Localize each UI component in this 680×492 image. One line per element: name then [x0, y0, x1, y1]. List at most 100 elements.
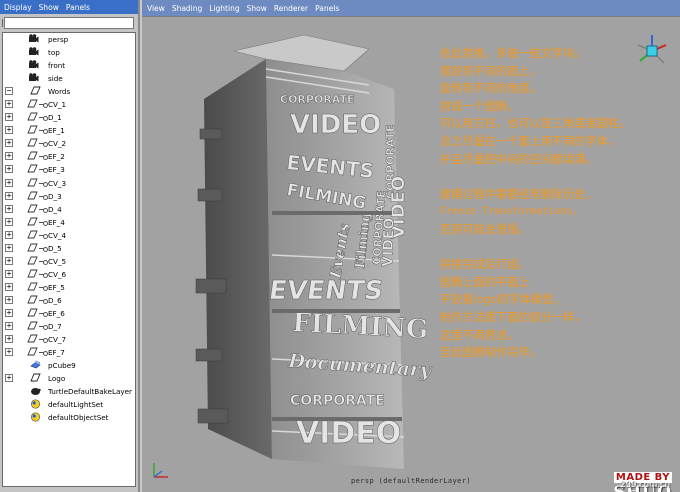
- outliner-item-label: defaultLightSet: [48, 400, 104, 410]
- hierarchy-connector: [39, 168, 48, 174]
- expand-toggle-icon[interactable]: +: [5, 204, 13, 213]
- expand-toggle-icon[interactable]: +: [5, 152, 13, 161]
- outliner-item-persp[interactable]: persp: [3, 33, 135, 46]
- outliner-item-label: pCube9: [48, 361, 76, 371]
- outliner-item-label: D_1: [48, 113, 62, 123]
- expand-toggle-icon[interactable]: +: [5, 335, 13, 344]
- expand-toggle-icon[interactable]: +: [5, 126, 13, 135]
- curve-icon: [27, 334, 38, 344]
- expand-toggle-icon[interactable]: +: [5, 374, 13, 383]
- note-line: 总之尽量在一个面上用不同的字体，: [440, 134, 620, 148]
- menu-lighting[interactable]: Lighting: [209, 4, 239, 13]
- expand-toggle-icon[interactable]: +: [5, 269, 13, 278]
- object-set-icon: [30, 412, 41, 422]
- outliner-item-label: EF_6: [48, 308, 65, 318]
- menu-shading[interactable]: Shading: [172, 4, 202, 13]
- outliner-item-d-1[interactable]: + D_1: [3, 111, 135, 124]
- menu-panels[interactable]: Panels: [315, 4, 339, 13]
- expand-toggle-icon[interactable]: +: [5, 100, 13, 109]
- outliner-item-d-7[interactable]: + D_7: [3, 320, 135, 333]
- expand-toggle-icon[interactable]: +: [5, 191, 13, 200]
- menu-display[interactable]: Display: [4, 3, 32, 12]
- note-line: 并且尽量把中间的空间都填满。: [440, 152, 597, 166]
- menu-panels[interactable]: Panels: [66, 3, 90, 12]
- note-line: 否则可能会很慢。: [440, 222, 530, 236]
- outliner-item-side[interactable]: side: [3, 72, 135, 85]
- outliner-filter-input[interactable]: [2, 17, 134, 29]
- menu-view[interactable]: View: [147, 4, 165, 13]
- note-line: 平放着logo的字体模型，: [440, 293, 565, 307]
- expand-toggle-icon[interactable]: +: [5, 113, 13, 122]
- expand-toggle-icon[interactable]: +: [5, 178, 13, 187]
- outliner-item-top[interactable]: top: [3, 46, 135, 59]
- curve-icon: [27, 178, 38, 188]
- curve-icon: [27, 112, 38, 122]
- viewport-menubar: View Shading Lighting Show Renderer Pane…: [142, 0, 680, 16]
- menu-show[interactable]: Show: [39, 3, 59, 12]
- outliner-item-d-5[interactable]: + D_5: [3, 242, 135, 255]
- outliner-item-front[interactable]: front: [3, 59, 135, 72]
- curve-icon: [27, 321, 38, 331]
- tower-left-face: [204, 59, 272, 459]
- expand-toggle-icon[interactable]: +: [5, 256, 13, 265]
- curve-icon: [27, 204, 38, 214]
- outliner-item-label: CV_4: [48, 230, 67, 240]
- outliner-item-pcube9[interactable]: pCube9: [3, 359, 135, 372]
- outliner-item-label: EF_2: [48, 152, 65, 162]
- outliner-item-d-6[interactable]: + D_6: [3, 294, 135, 307]
- menu-show[interactable]: Show: [247, 4, 267, 13]
- outliner-item-cv-6[interactable]: + CV_6: [3, 268, 135, 281]
- expand-toggle-icon[interactable]: +: [5, 243, 13, 252]
- outliner-item-ef-7[interactable]: + EF_7: [3, 346, 135, 359]
- outliner-item-d-4[interactable]: + D_4: [3, 203, 135, 216]
- expand-toggle-icon[interactable]: +: [5, 230, 13, 239]
- expand-toggle-icon[interactable]: +: [5, 295, 13, 304]
- hierarchy-connector: [39, 194, 48, 200]
- hierarchy-connector: [39, 272, 48, 278]
- outliner-item-cv-3[interactable]: + CV_3: [3, 177, 135, 190]
- outliner-item-ef-3[interactable]: + EF_3: [3, 163, 135, 176]
- camera-icon: [28, 47, 39, 57]
- outliner-item-defaultobjectset[interactable]: defaultObjectSet: [3, 411, 135, 424]
- camera-icon: [28, 73, 39, 83]
- outliner-item-d-3[interactable]: + D_3: [3, 190, 135, 203]
- collapse-toggle-icon[interactable]: −: [5, 87, 13, 96]
- outliner-item-turtledefaultbakelayer[interactable]: TurtleDefaultBakeLayer: [3, 385, 135, 398]
- outliner-item-cv-1[interactable]: + CV_1: [3, 98, 135, 111]
- outliner-item-ef-4[interactable]: + EF_4: [3, 216, 135, 229]
- expand-toggle-icon[interactable]: +: [5, 348, 13, 357]
- outliner-item-cv-5[interactable]: + CV_5: [3, 255, 135, 268]
- outliner-item-label: D_4: [48, 204, 62, 214]
- outliner-item-cv-2[interactable]: + CV_2: [3, 137, 135, 150]
- outliner-item-defaultlightset[interactable]: defaultLightSet: [3, 398, 135, 411]
- group-icon: [30, 86, 41, 96]
- note-line: 至此图腾制作完毕。: [440, 346, 541, 360]
- outliner-item-ef-6[interactable]: + EF_6: [3, 307, 135, 320]
- note-line: [440, 168, 630, 186]
- expand-toggle-icon[interactable]: +: [5, 165, 13, 174]
- hierarchy-connector: [39, 220, 48, 226]
- view-cube-icon[interactable]: [632, 31, 672, 71]
- expand-toggle-icon[interactable]: +: [5, 322, 13, 331]
- menu-renderer[interactable]: Renderer: [274, 4, 308, 13]
- outliner-item-words[interactable]: − Words: [3, 85, 135, 98]
- outliner-item-cv-7[interactable]: + CV_7: [3, 333, 135, 346]
- outliner-item-ef-1[interactable]: + EF_1: [3, 124, 135, 137]
- tower-word: CORPORATE: [290, 393, 385, 409]
- outliner-item-label: D_7: [48, 322, 62, 332]
- note-line: Freeze Transformations,: [440, 206, 579, 218]
- outliner-item-cv-4[interactable]: + CV_4: [3, 229, 135, 242]
- outliner-item-logo[interactable]: + Logo: [3, 372, 135, 385]
- note-line: [440, 239, 630, 257]
- expand-toggle-icon[interactable]: +: [5, 139, 13, 148]
- curve-icon: [27, 99, 38, 109]
- totem-model[interactable]: CORPORATE VIDEO EVENTS FILMING CORPORATE…: [194, 29, 464, 479]
- outliner-item-ef-5[interactable]: + EF_5: [3, 281, 135, 294]
- expand-toggle-icon[interactable]: +: [5, 308, 13, 317]
- viewport-canvas[interactable]: CORPORATE VIDEO EVENTS FILMING CORPORATE…: [142, 16, 680, 492]
- note-line: 可以用方柱，也可以是三角或者圆柱。: [440, 117, 631, 131]
- expand-toggle-icon[interactable]: +: [5, 282, 13, 291]
- expand-toggle-icon[interactable]: +: [5, 217, 13, 226]
- hierarchy-connector: [39, 259, 48, 265]
- outliner-item-ef-2[interactable]: + EF_2: [3, 150, 135, 163]
